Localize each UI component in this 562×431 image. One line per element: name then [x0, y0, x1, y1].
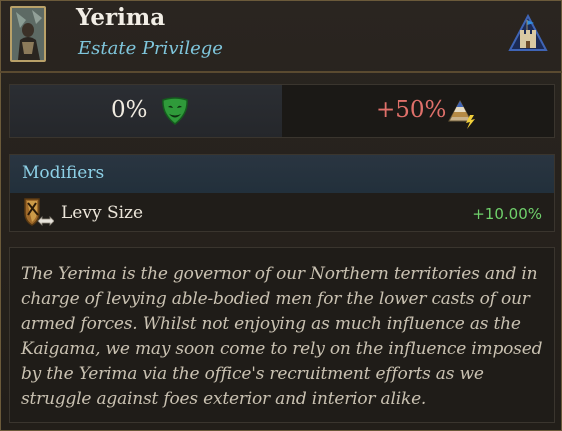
modifier-label: Levy Size — [61, 203, 144, 223]
modifiers-section: Modifiers Levy Size +10.00% — [9, 154, 555, 232]
green-mask-icon — [160, 96, 190, 126]
privilege-title: Yerima — [76, 4, 166, 31]
influence-stat[interactable]: +50% — [282, 85, 554, 137]
tooltip-header: Yerima Estate Privilege — [0, 0, 562, 72]
modifiers-header: Modifiers — [10, 155, 554, 193]
modifier-value: +10.00% — [472, 205, 542, 223]
stats-row: 0% +50% — [9, 84, 555, 138]
modifiers-title: Modifiers — [22, 163, 105, 183]
loyalty-value: 0% — [111, 97, 148, 123]
header-divider — [0, 71, 562, 73]
influence-value: +50% — [376, 97, 447, 123]
castle-estate-icon — [508, 13, 548, 54]
loyalty-stat[interactable]: 0% — [10, 85, 282, 137]
levy-size-icon — [22, 197, 55, 229]
description-text: The Yerima is the governor of our Northe… — [21, 264, 543, 409]
portrait-icon — [10, 6, 46, 62]
description-box: The Yerima is the governor of our Northe… — [9, 247, 555, 423]
privilege-subtitle: Estate Privilege — [78, 38, 223, 59]
power-pyramid-icon — [448, 99, 478, 129]
